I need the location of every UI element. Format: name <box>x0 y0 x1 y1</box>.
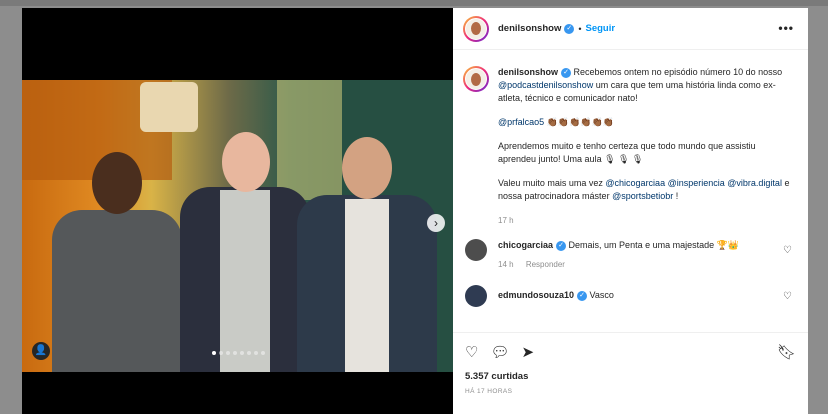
separator: • <box>578 23 582 34</box>
caption-paragraph: Aprendemos muito e tenho certeza que tod… <box>498 141 756 164</box>
person-left <box>52 152 182 372</box>
person-right <box>297 137 437 372</box>
author-username[interactable]: denilsonshow <box>498 23 561 34</box>
list-item: chicogarciaa ✓ Demais, um Penta e uma maj… <box>463 239 798 271</box>
avatar[interactable] <box>463 15 489 42</box>
mention-link[interactable]: @prfalcao5 <box>498 117 544 127</box>
caption-time[interactable]: 17 h <box>498 214 794 227</box>
avatar[interactable] <box>465 285 487 307</box>
post-timestamp[interactable]: HÁ 17 HORAS <box>465 388 796 395</box>
post-header: denilsonshow ✓ • Seguir ••• <box>453 8 808 50</box>
clap-emojis: 👏🏾👏🏾👏🏾👏🏾👏🏾👏🏾 <box>546 117 614 127</box>
verified-icon: ✓ <box>564 23 575 34</box>
poster-face <box>140 82 198 132</box>
user-tag-icon[interactable]: 👤 <box>32 342 50 360</box>
chevron-right-icon[interactable]: › <box>427 214 445 232</box>
post-side-panel: denilsonshow ✓ • Seguir ••• denilsonshow… <box>453 8 808 414</box>
comment-text: Vasco <box>589 290 614 300</box>
comment-icon[interactable]: 💬︎ <box>490 343 509 361</box>
heart-icon[interactable]: ♡ <box>783 291 792 302</box>
post-media: › 👤 <box>22 8 453 414</box>
share-icon[interactable]: ➤ <box>522 343 535 361</box>
comment-time[interactable]: 14 h <box>498 260 514 269</box>
heart-icon[interactable]: ♡ <box>783 245 792 256</box>
bookmark-icon[interactable]: 🔖︎ <box>777 343 796 361</box>
carousel-dot <box>219 351 223 355</box>
carousel-dot <box>240 351 244 355</box>
verified-icon: ✓ <box>577 290 588 301</box>
verified-icon: ✓ <box>561 67 572 78</box>
avatar[interactable] <box>463 66 489 92</box>
more-options-icon[interactable]: ••• <box>778 21 794 35</box>
reply-button[interactable]: Responder <box>526 260 565 269</box>
person-middle <box>180 132 310 372</box>
comment-text: Demais, um Penta e uma majestade 🏆👑 <box>568 240 740 250</box>
mention-link[interactable]: @chicogarciaa <box>605 178 665 188</box>
carousel-dot <box>254 351 258 355</box>
background-page <box>0 0 828 6</box>
comment-username[interactable]: edmundosouza10 <box>498 290 574 300</box>
caption-username[interactable]: denilsonshow <box>498 67 558 77</box>
mention-link[interactable]: @sportsbetiobr <box>612 191 673 201</box>
heart-icon[interactable]: ♡ <box>465 343 478 361</box>
verified-icon: ✓ <box>556 240 567 251</box>
carousel-dots <box>212 351 265 355</box>
list-item: edmundosouza10 ✓ Vasco ♡ <box>463 285 798 307</box>
post-photo[interactable] <box>22 80 453 372</box>
carousel-dot <box>233 351 237 355</box>
post-modal: › 👤 denilsonshow ✓ • Seguir ••• denilson… <box>22 8 808 414</box>
likes-count[interactable]: 5.357 curtidas <box>465 371 796 382</box>
mention-link[interactable]: @vibra.digital <box>727 178 782 188</box>
avatar[interactable] <box>465 239 487 261</box>
mention-link[interactable]: @podcastdenilsonshow <box>498 80 593 90</box>
carousel-dot <box>247 351 251 355</box>
comments-section: denilsonshow ✓ Recebemos ontem no episódi… <box>463 66 798 307</box>
mention-link[interactable]: @insperiencia <box>668 178 725 188</box>
caption: denilsonshow ✓ Recebemos ontem no episódi… <box>463 66 798 227</box>
caption-text: denilsonshow ✓ Recebemos ontem no episódi… <box>498 66 794 227</box>
carousel-dot <box>212 351 216 355</box>
follow-button[interactable]: Seguir <box>586 23 616 34</box>
carousel-dot <box>226 351 230 355</box>
carousel-dot <box>261 351 265 355</box>
comment-username[interactable]: chicogarciaa <box>498 240 553 250</box>
post-actions: ♡ 💬︎ ➤ 🔖︎ 5.357 curtidas HÁ 17 HORAS <box>453 332 808 414</box>
